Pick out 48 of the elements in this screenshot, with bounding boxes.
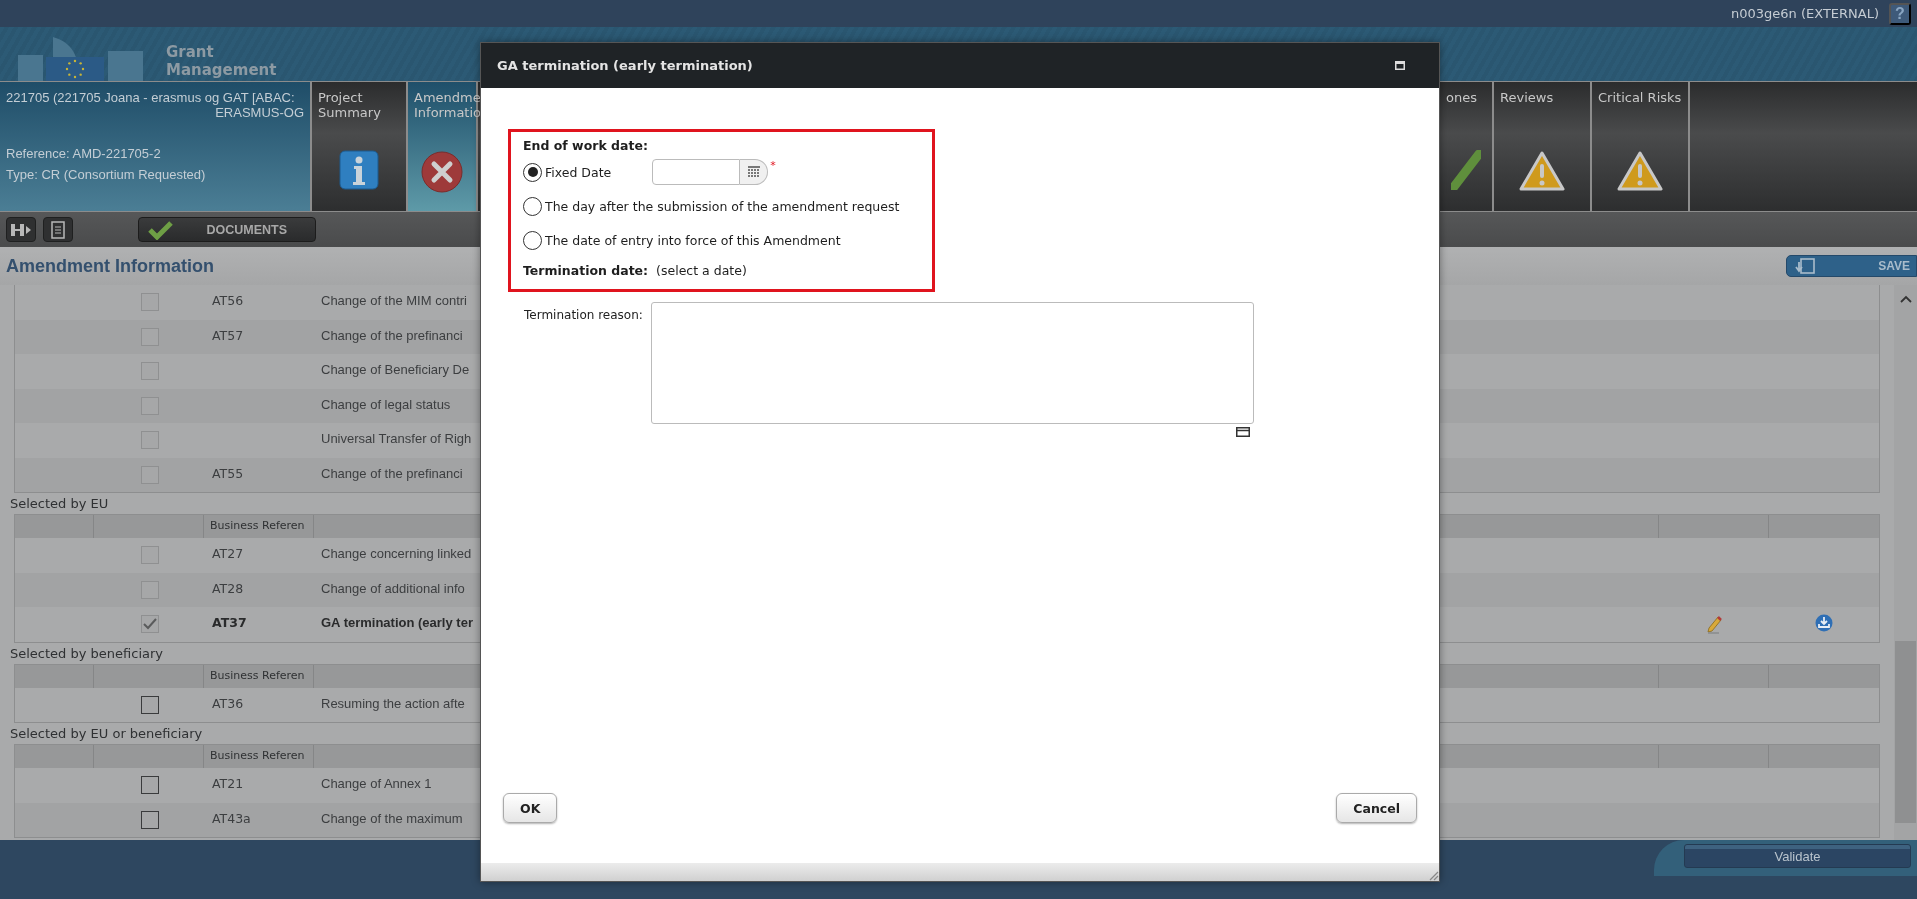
required-mark: * xyxy=(770,159,776,172)
field-label: Termination reason: xyxy=(524,307,644,324)
description-cell: Change of additional info xyxy=(321,580,465,596)
type-text: Type: CR (Consortium Requested) xyxy=(6,167,207,182)
group-label: Selected by EU or beneficiary xyxy=(10,725,204,743)
dialog-title: GA termination (early termination) xyxy=(497,58,753,73)
group-label: Selected by beneficiary xyxy=(10,644,164,663)
reference-cell: AT43a xyxy=(212,810,251,826)
description-cell: Change of the prefinanci xyxy=(321,327,463,343)
reference-cell: AT37 xyxy=(212,615,247,630)
project-title: 221705 (221705 Joana - erasmus og GAT [ABAC: xyxy=(6,90,296,105)
description-cell: Change of Beneficiary De xyxy=(321,362,470,377)
section-label: End of work date: xyxy=(523,138,648,153)
reference-cell: AT21 xyxy=(212,776,244,791)
reference-cell: AT28 xyxy=(212,580,244,596)
tab-label: Reviews xyxy=(1500,90,1554,107)
termination-date-label: Termination date: xyxy=(523,262,649,278)
description-cell: Resuming the action afte xyxy=(321,695,465,711)
group-label: Selected by EU xyxy=(10,495,110,513)
description-cell: Change of the maximum xyxy=(321,810,463,826)
reference-cell: AT55 xyxy=(212,465,244,481)
project-code: ERASMUS-OG xyxy=(215,105,304,120)
option-label: Fixed Date xyxy=(545,164,612,180)
reference-cell: AT57 xyxy=(212,327,244,343)
column-header: Business Referen xyxy=(204,745,314,768)
tab-label: ones xyxy=(1446,90,1477,107)
option-label: The day after the submission of the amendment request xyxy=(545,198,900,214)
description-cell: Universal Transfer of Righ xyxy=(321,431,472,446)
tab-label: Project Summary xyxy=(318,90,382,122)
column-header: Business Referen xyxy=(204,515,314,538)
tab-label: Critical Risks xyxy=(1598,90,1682,107)
tab-label: Amendme Informatio xyxy=(414,90,481,122)
page-title: Amendment Information xyxy=(5,255,214,277)
app-name: Grant Management xyxy=(166,43,277,81)
option-label: The date of entry into force of this Amendment xyxy=(545,232,841,248)
description-cell: GA termination (early ter xyxy=(321,615,473,630)
description-cell: Change concerning linked xyxy=(321,546,472,561)
reference-cell: AT27 xyxy=(212,546,244,561)
description-cell: Change of Annex 1 xyxy=(321,776,432,791)
reference-text: Reference: AMD-221705-2 xyxy=(6,146,162,161)
termination-date-value: (select a date) xyxy=(656,262,747,278)
description-cell: Change of the prefinanci xyxy=(321,465,463,481)
description-cell: Change of the MIM contri xyxy=(321,293,467,308)
user-name: n003ge6n (EXTERNAL) xyxy=(1730,6,1879,21)
description-cell: Change of legal status xyxy=(321,396,451,412)
reference-cell: AT36 xyxy=(212,695,244,711)
reference-cell: AT56 xyxy=(212,293,244,308)
column-header: Business Referen xyxy=(204,664,314,688)
